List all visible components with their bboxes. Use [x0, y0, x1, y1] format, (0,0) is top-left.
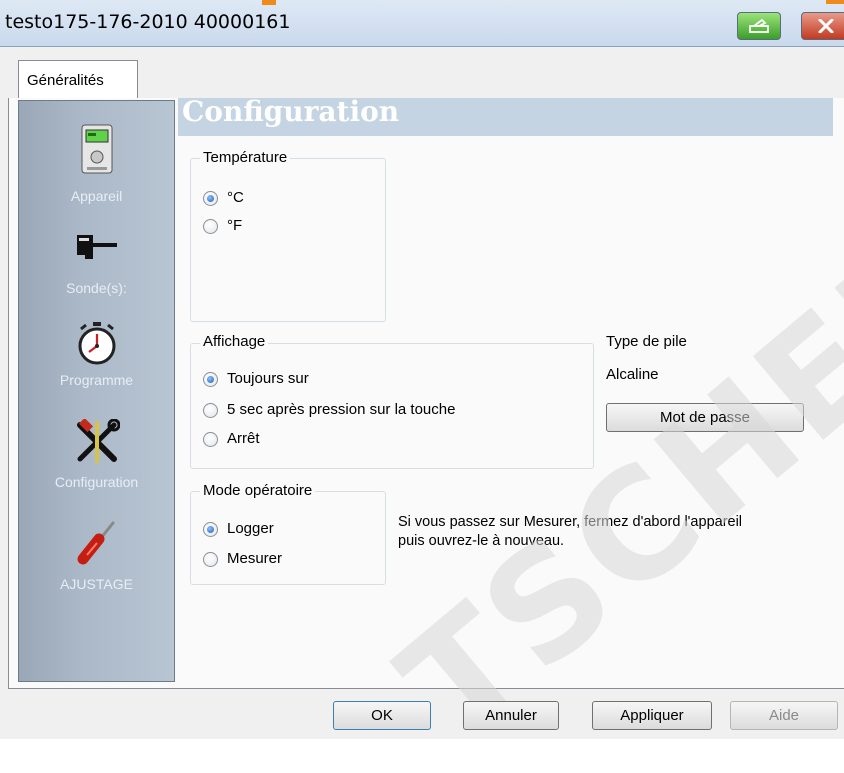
- radio-label: Toujours sur: [227, 370, 309, 387]
- sidebar-item-ajustage[interactable]: AJUSTAGE: [19, 521, 174, 592]
- password-button[interactable]: Mot de passe: [606, 403, 804, 432]
- sidebar-item-label: Configuration: [54, 474, 139, 490]
- cancel-button[interactable]: Annuler: [463, 701, 559, 730]
- orange-accent: [262, 0, 276, 5]
- sidebar-item-appareil[interactable]: Appareil: [19, 123, 174, 204]
- radio-indicator: [203, 522, 218, 537]
- radio-indicator: [203, 219, 218, 234]
- device-icon: [81, 124, 112, 174]
- radio-indicator: [203, 403, 218, 418]
- sidebar: Appareil Sonde(s): Programme Configurati…: [18, 100, 175, 682]
- page-title: Configuration: [182, 95, 400, 128]
- battery-type-label: Type de pile: [606, 333, 687, 350]
- title-bar[interactable]: testo175-176-2010 40000161: [0, 0, 844, 47]
- mode-legend: Mode opératoire: [200, 482, 316, 499]
- radio-label: Logger: [227, 520, 274, 537]
- minimize-icon: [749, 18, 769, 33]
- mode-note-line-2: puis ouvrez-le à nouveau.: [398, 533, 565, 549]
- sidebar-item-label: Appareil: [70, 188, 123, 204]
- sidebar-item-label: Programme: [59, 372, 134, 388]
- sidebar-item-programme[interactable]: Programme: [19, 321, 174, 388]
- radio-label: 5 sec après pression sur la touche: [227, 401, 456, 418]
- tab-generalites[interactable]: Généralités: [18, 60, 138, 100]
- screwdriver-icon: [77, 521, 114, 565]
- radio-indicator: [203, 191, 218, 206]
- mode-group: [190, 491, 386, 585]
- temperature-group: [190, 158, 386, 322]
- window-title: testo175-176-2010 40000161: [5, 11, 291, 33]
- sidebar-item-label: AJUSTAGE: [60, 576, 133, 592]
- radio-label: Mesurer: [227, 550, 283, 567]
- tools-icon: [76, 417, 120, 463]
- radio-label: °C: [227, 189, 244, 206]
- radio-label: °F: [227, 217, 243, 234]
- radio-indicator: [203, 372, 218, 387]
- orange-accent: [826, 0, 844, 4]
- help-button[interactable]: Aide: [730, 701, 838, 730]
- probe-icon: [76, 235, 117, 259]
- apply-button[interactable]: Appliquer: [592, 701, 712, 730]
- display-legend: Affichage: [200, 333, 269, 350]
- radio-label: Arrêt: [227, 430, 260, 447]
- close-icon: [818, 19, 834, 33]
- radio-indicator: [203, 552, 218, 567]
- sidebar-item-sondes[interactable]: Sonde(s):: [19, 233, 174, 296]
- minimize-button[interactable]: [737, 12, 781, 40]
- sidebar-item-configuration[interactable]: Configuration: [19, 417, 174, 490]
- ok-button[interactable]: OK: [333, 701, 431, 730]
- tab-label: Généralités: [27, 72, 104, 89]
- stopwatch-icon: [78, 322, 115, 365]
- battery-type-value: Alcaline: [606, 366, 659, 383]
- mode-note-line-1: Si vous passez sur Mesurer, fermez d'abo…: [398, 514, 743, 530]
- close-button[interactable]: [801, 12, 844, 40]
- radio-indicator: [203, 432, 218, 447]
- sidebar-item-label: Sonde(s):: [66, 280, 127, 296]
- temperature-legend: Température: [200, 149, 291, 166]
